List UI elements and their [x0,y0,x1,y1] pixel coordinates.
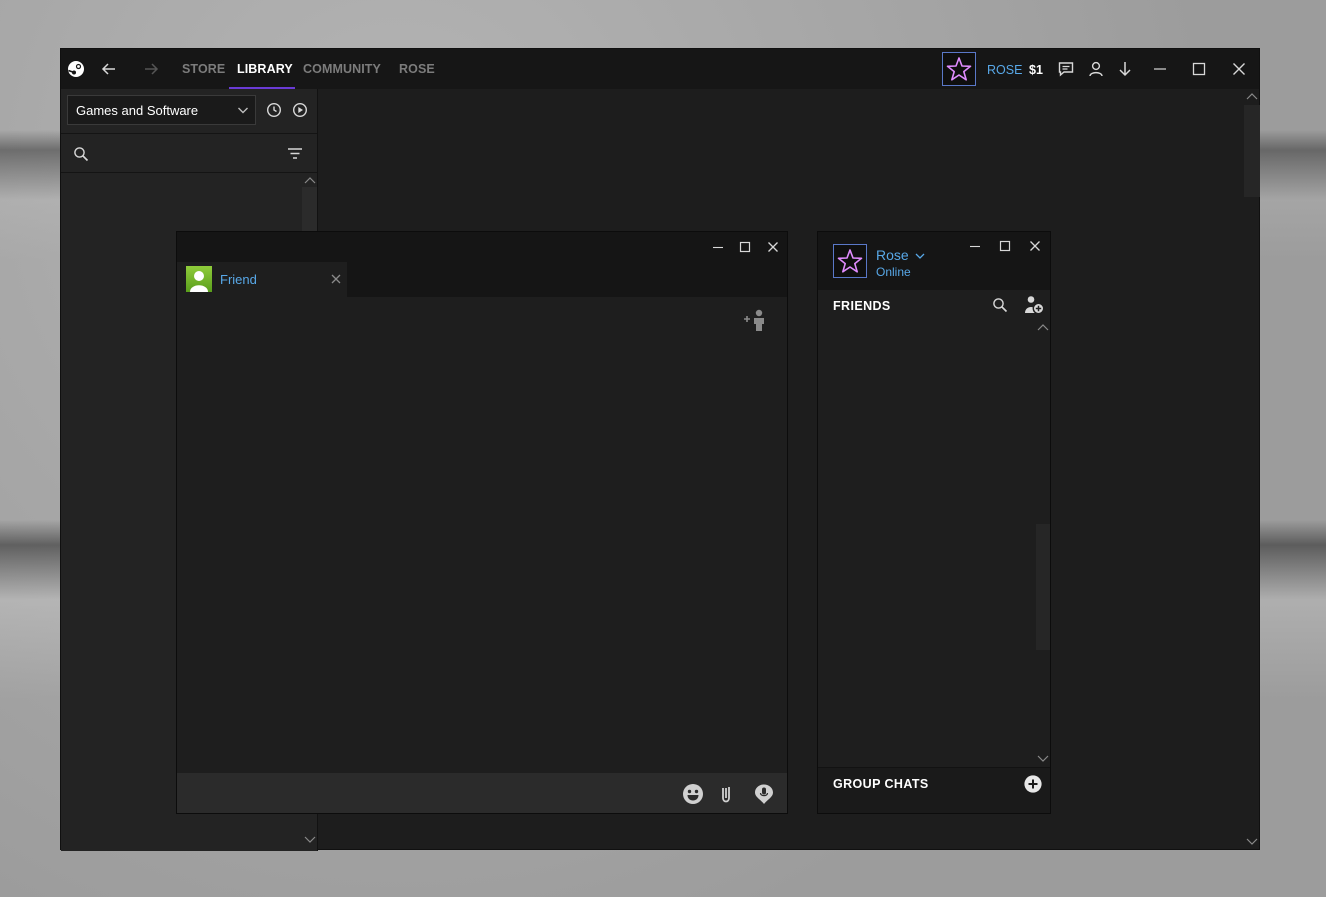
maximize-icon[interactable] [1190,60,1208,78]
chat-minimize-icon[interactable] [711,240,725,254]
friends-close-icon[interactable] [1028,239,1042,253]
account-username[interactable]: ROSE [987,63,1022,77]
chat-tab-friend[interactable]: Friend [177,262,347,297]
forward-arrow-icon[interactable] [141,59,161,79]
friends-maximize-icon[interactable] [998,239,1012,253]
group-chats-title: GROUP CHATS [833,777,929,791]
library-filter-dropdown[interactable]: Games and Software [67,95,256,125]
library-scrollbar-thumb[interactable] [302,187,317,233]
wallet-balance[interactable]: $1 [1029,63,1043,77]
main-scrollbar-thumb[interactable] [1244,105,1260,197]
chat-maximize-icon[interactable] [738,240,752,254]
tab-profile[interactable]: ROSE [399,62,435,76]
play-circle-icon[interactable] [292,102,308,118]
friends-user-name[interactable]: Rose [876,247,909,263]
status-chevron-down-icon[interactable] [914,250,926,262]
friends-scroll-up-icon[interactable] [1036,322,1050,332]
recent-clock-icon[interactable] [266,102,282,118]
user-avatar[interactable] [942,52,976,86]
chevron-down-icon [238,107,248,114]
voice-chat-icon[interactable] [753,783,775,805]
default-avatar-icon [190,271,208,292]
library-filter-label: Games and Software [76,103,199,118]
steam-logo-icon[interactable] [67,60,85,78]
friends-section-title: FRIENDS [833,299,891,313]
minimize-icon[interactable] [1151,60,1169,78]
attachment-icon[interactable] [715,783,737,805]
star-icon [837,249,863,273]
add-group-chat-icon[interactable] [1023,774,1043,794]
invite-to-chat-icon[interactable] [743,308,769,332]
search-icon [74,147,89,162]
chat-window: Friend [176,231,788,814]
emoji-icon[interactable] [682,783,704,805]
downloads-icon[interactable] [1116,60,1134,78]
close-icon[interactable] [1230,60,1248,78]
add-friend-icon[interactable] [1023,295,1045,315]
friends-header: Rose Online [818,232,1050,290]
tab-library[interactable]: LIBRARY [237,62,293,76]
tab-community[interactable]: COMMUNITY [303,62,381,76]
chat-tab-label: Friend [220,272,257,287]
friend-avatar [186,266,212,292]
chat-message-input[interactable] [177,773,787,813]
filter-icon[interactable] [287,146,303,162]
title-bar: STORE LIBRARY COMMUNITY ROSE ROSE $1 [61,49,1259,89]
scroll-up-arrow-icon[interactable] [303,175,317,185]
tab-store[interactable]: STORE [182,62,225,76]
scroll-down-arrow-icon[interactable] [303,835,317,845]
library-search-bar[interactable] [61,133,317,173]
chat-icon[interactable] [1057,60,1075,78]
chat-tab-close-icon[interactable] [330,273,342,285]
chat-close-icon[interactable] [766,240,780,254]
group-chats-bar: GROUP CHATS [818,767,1050,813]
friends-scroll-down-icon[interactable] [1036,754,1050,764]
friends-list-window: Rose Online FRIENDS GROUP CHATS [817,231,1051,814]
friends-user-status: Online [876,265,911,279]
chat-header: Friend [177,232,787,297]
friends-minimize-icon[interactable] [968,239,982,253]
friends-user-avatar[interactable] [833,244,867,278]
friends-scrollbar-thumb[interactable] [1036,524,1050,650]
main-scroll-up-arrow-icon[interactable] [1245,91,1259,101]
back-arrow-icon[interactable] [99,59,119,79]
friends-search-icon[interactable] [992,297,1008,313]
star-icon [946,57,972,81]
friends-icon[interactable] [1087,60,1105,78]
main-scroll-down-arrow-icon[interactable] [1245,837,1259,847]
